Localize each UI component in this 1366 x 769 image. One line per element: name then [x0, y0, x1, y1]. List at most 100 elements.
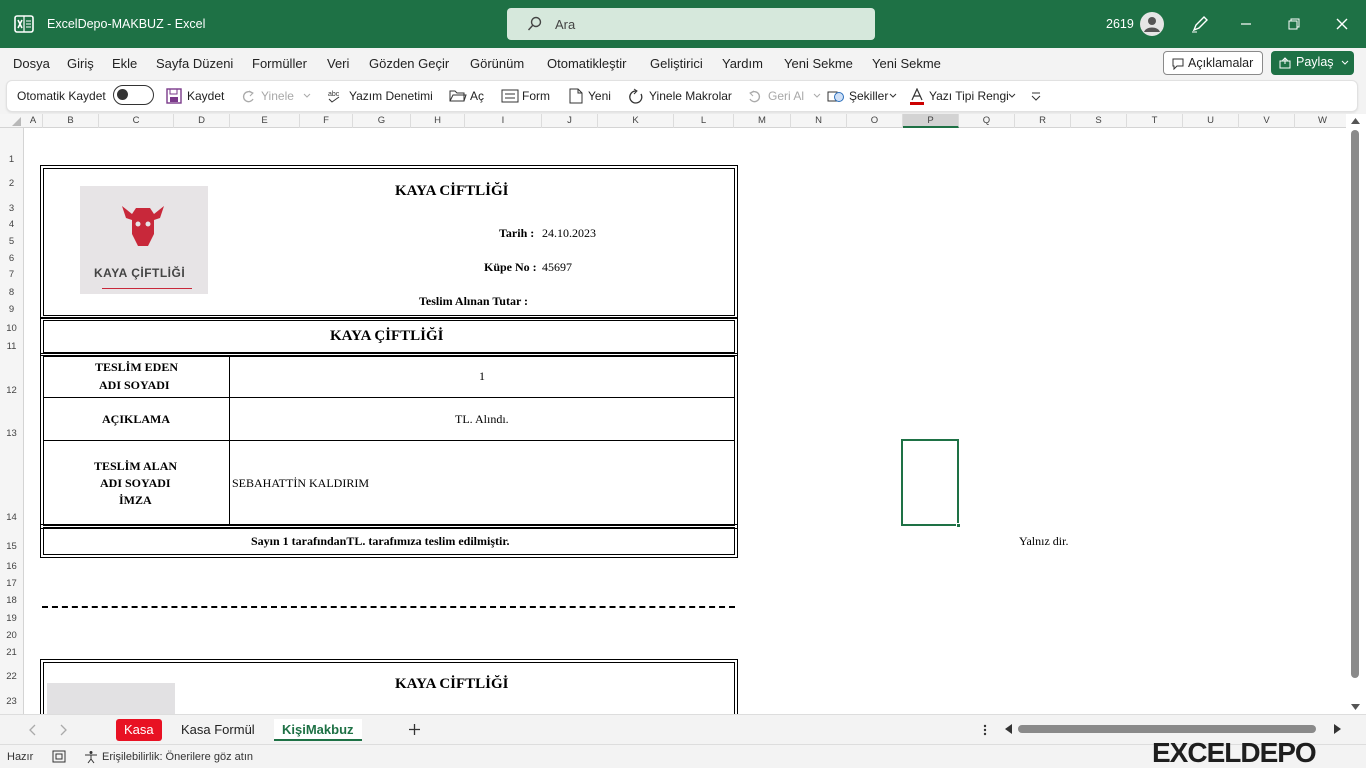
column-header-i[interactable]: I: [465, 114, 542, 128]
sheet-tab-kasa-formul[interactable]: Kasa Formül: [173, 719, 263, 741]
menu-yardim[interactable]: Yardım: [722, 56, 763, 71]
column-header-e[interactable]: E: [230, 114, 300, 128]
row-header-5[interactable]: 5: [0, 236, 23, 247]
worksheet-grid[interactable]: KAYA ÇİFTLİĞİ KAYA CİFTLİĞİ Tarih : 24.1…: [24, 128, 1346, 714]
selected-cell[interactable]: [901, 439, 959, 526]
row-header-23[interactable]: 23: [0, 696, 23, 707]
row-header-17[interactable]: 17: [0, 578, 23, 589]
pen-icon[interactable]: [1190, 14, 1210, 34]
avatar[interactable]: [1140, 12, 1164, 36]
repeat-macros-button[interactable]: Yinele Makrolar: [649, 89, 732, 103]
next-sheet-icon[interactable]: [60, 724, 68, 736]
row-header-1[interactable]: 1: [0, 154, 23, 165]
scroll-up-icon[interactable]: [1351, 118, 1360, 124]
share-button[interactable]: Paylaş: [1271, 51, 1354, 75]
row-header-9[interactable]: 9: [0, 304, 23, 315]
menu-sayfa-duzeni[interactable]: Sayfa Düzeni: [156, 56, 233, 71]
chevron-down-icon[interactable]: [1008, 93, 1016, 99]
column-header-v[interactable]: V: [1239, 114, 1295, 128]
autosave-toggle[interactable]: [113, 85, 154, 105]
column-header-u[interactable]: U: [1183, 114, 1239, 128]
chevron-down-icon[interactable]: [813, 93, 821, 99]
row-header-11[interactable]: 11: [0, 341, 23, 352]
menu-dosya[interactable]: Dosya: [13, 56, 50, 71]
menu-gorunum[interactable]: Görünüm: [470, 56, 524, 71]
row-header-21[interactable]: 21: [0, 647, 23, 658]
column-header-k[interactable]: K: [598, 114, 674, 128]
vertical-scroll-thumb[interactable]: [1351, 130, 1359, 678]
spellcheck-button[interactable]: Yazım Denetimi: [349, 89, 433, 103]
fill-handle[interactable]: [956, 523, 961, 528]
column-header-g[interactable]: G: [353, 114, 411, 128]
scroll-right-icon[interactable]: [1334, 724, 1341, 734]
select-all-icon[interactable]: [12, 117, 21, 126]
row-header-8[interactable]: 8: [0, 287, 23, 298]
shapes-button[interactable]: Şekiller: [849, 89, 888, 103]
scroll-left-icon[interactable]: [1005, 724, 1012, 734]
comments-button[interactable]: Açıklamalar: [1163, 51, 1263, 75]
column-header-j[interactable]: J: [542, 114, 598, 128]
prev-sheet-icon[interactable]: [28, 724, 36, 736]
chevron-down-icon[interactable]: [889, 93, 897, 99]
cell-mode-icon[interactable]: [52, 750, 66, 763]
column-header-d[interactable]: D: [174, 114, 230, 128]
row-header-2[interactable]: 2: [0, 178, 23, 189]
row-header-7[interactable]: 7: [0, 269, 23, 280]
row-header-10[interactable]: 10: [0, 323, 23, 334]
menu-gozden-gecir[interactable]: Gözden Geçir: [369, 56, 449, 71]
row-header-16[interactable]: 16: [0, 561, 23, 572]
row-header-19[interactable]: 19: [0, 613, 23, 624]
font-color-button[interactable]: Yazı Tipi Rengi: [929, 89, 1009, 103]
column-header-r[interactable]: R: [1015, 114, 1071, 128]
chevron-down-icon[interactable]: [303, 93, 311, 99]
close-button[interactable]: [1328, 10, 1356, 38]
column-header-t[interactable]: T: [1127, 114, 1183, 128]
save-button[interactable]: Kaydet: [187, 89, 224, 103]
row-header-18[interactable]: 18: [0, 595, 23, 606]
maximize-button[interactable]: [1280, 10, 1308, 38]
more-options-icon[interactable]: [983, 724, 987, 736]
column-header-h[interactable]: H: [411, 114, 465, 128]
sheet-tab-kisimakbuz[interactable]: KişiMakbuz: [274, 719, 362, 741]
minimize-button[interactable]: [1232, 10, 1260, 38]
column-header-p[interactable]: P: [903, 114, 959, 128]
menu-formuller[interactable]: Formüller: [252, 56, 307, 71]
column-header-q[interactable]: Q: [959, 114, 1015, 128]
column-header-f[interactable]: F: [300, 114, 353, 128]
scroll-down-icon[interactable]: [1351, 704, 1360, 710]
open-button[interactable]: Aç: [470, 89, 484, 103]
add-sheet-icon[interactable]: [408, 723, 421, 736]
menu-gelistirici[interactable]: Geliştirici: [650, 56, 703, 71]
row-header-22[interactable]: 22: [0, 671, 23, 682]
column-header-w[interactable]: W: [1295, 114, 1351, 128]
column-header-l[interactable]: L: [674, 114, 734, 128]
menu-veri[interactable]: Veri: [327, 56, 349, 71]
form-button[interactable]: Form: [522, 89, 550, 103]
row-header-15[interactable]: 15: [0, 541, 23, 552]
row-header-14[interactable]: 14: [0, 512, 23, 523]
menu-otomatiklestir[interactable]: Otomatikleştir: [547, 56, 626, 71]
row-header-12[interactable]: 12: [0, 385, 23, 396]
customize-toolbar-icon[interactable]: [1031, 91, 1041, 101]
row-header-4[interactable]: 4: [0, 219, 23, 230]
menu-giris[interactable]: Giriş: [67, 56, 94, 71]
redo-button[interactable]: Yinele: [261, 89, 294, 103]
horizontal-scroll-thumb[interactable]: [1018, 725, 1316, 733]
row-header-13[interactable]: 13: [0, 428, 23, 439]
column-header-n[interactable]: N: [791, 114, 847, 128]
search-box[interactable]: Ara: [507, 8, 875, 40]
undo-button[interactable]: Geri Al: [768, 89, 804, 103]
accessibility-status[interactable]: Erişilebilirlik: Önerilere göz atın: [102, 751, 253, 763]
row-header-20[interactable]: 20: [0, 630, 23, 641]
menu-yeni-sekme-1[interactable]: Yeni Sekme: [784, 56, 853, 71]
menu-yeni-sekme-2[interactable]: Yeni Sekme: [872, 56, 941, 71]
column-header-o[interactable]: O: [847, 114, 903, 128]
accessibility-icon[interactable]: [84, 750, 98, 764]
row-header-3[interactable]: 3: [0, 203, 23, 214]
column-header-c[interactable]: C: [99, 114, 174, 128]
new-button[interactable]: Yeni: [588, 89, 611, 103]
column-header-m[interactable]: M: [734, 114, 791, 128]
column-header-s[interactable]: S: [1071, 114, 1127, 128]
column-header-b[interactable]: B: [43, 114, 99, 128]
column-header-a[interactable]: A: [24, 114, 43, 128]
